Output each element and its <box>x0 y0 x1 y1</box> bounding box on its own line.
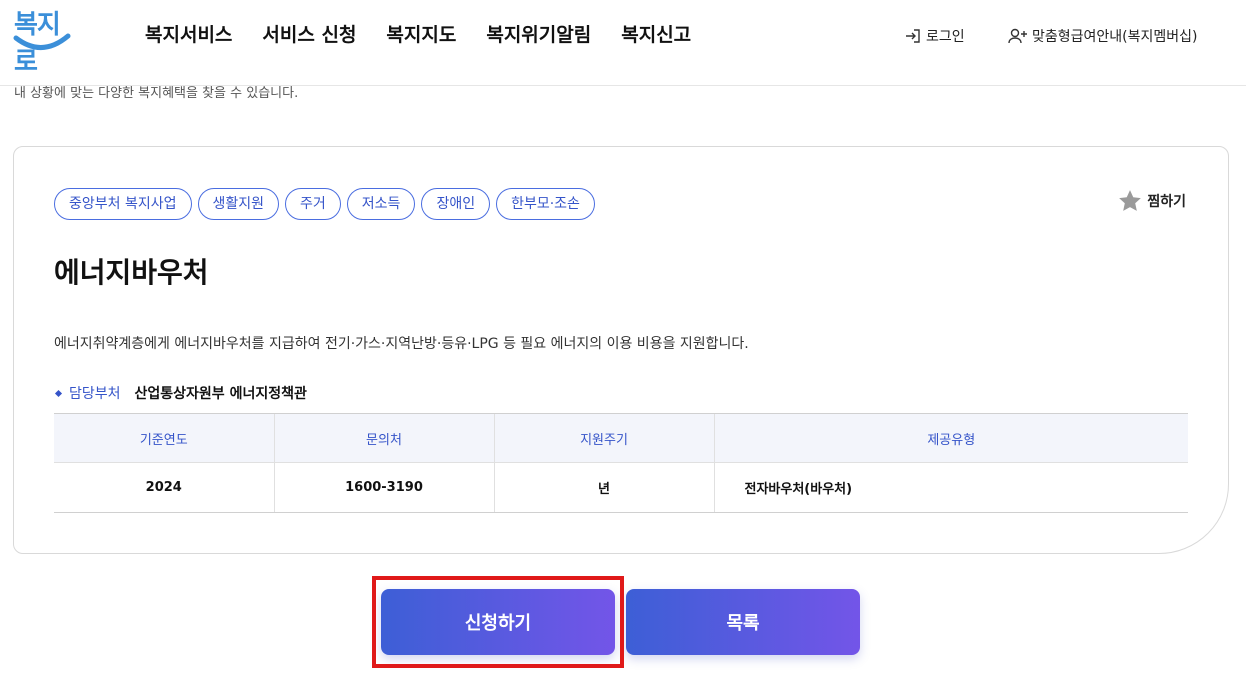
cell-provision-type: 전자바우처(바우처) <box>713 462 1188 513</box>
tag-living-support[interactable]: 생활지원 <box>197 188 280 220</box>
header-base-year: 기준연도 <box>54 413 274 463</box>
service-description: 에너지취약계층에게 에너지바우처를 지급하여 전기·가스·지역난방·등유·LPG… <box>54 336 749 352</box>
tag-single-parent[interactable]: 한부모·조손 <box>496 188 595 220</box>
tag-list: 중앙부처 복지사업 생활지원 주거 저소득 장애인 한부모·조손 <box>54 188 601 220</box>
favorite-button[interactable]: 찜하기 <box>1117 188 1186 214</box>
star-icon <box>1119 190 1142 211</box>
service-detail-card: 중앙부처 복지사업 생활지원 주거 저소득 장애인 한부모·조손 찜하기 에너지… <box>13 146 1229 554</box>
user-plus-icon <box>1008 28 1027 44</box>
service-title: 에너지바우처 <box>54 256 209 289</box>
diamond-bullet-icon <box>54 389 63 397</box>
main-navigation: 복지서비스 서비스 신청 복지지도 복지위기알림 복지신고 <box>130 20 706 47</box>
cell-contact: 1600-3190 <box>273 462 494 513</box>
department-label: 담당부처 <box>69 386 121 402</box>
department-info: 담당부처 산업통상자원부 에너지정책관 <box>54 383 307 403</box>
table-row: 2024 1600-3190 년 전자바우처(바우처) <box>54 462 1188 513</box>
highlight-box <box>372 576 624 668</box>
favorite-label: 찜하기 <box>1147 194 1186 210</box>
tag-central-ministry[interactable]: 중앙부처 복지사업 <box>54 188 192 220</box>
tag-housing[interactable]: 주거 <box>285 188 341 220</box>
login-icon <box>906 29 920 43</box>
membership-label: 맞춤형급여안내(복지멤버십) <box>1032 29 1198 45</box>
login-label: 로그인 <box>926 29 965 45</box>
nav-service-apply[interactable]: 서비스 신청 <box>247 20 371 47</box>
login-link[interactable]: 로그인 <box>904 26 965 46</box>
list-button[interactable]: 목록 <box>626 589 860 655</box>
membership-link[interactable]: 맞춤형급여안내(복지멤버십) <box>1008 26 1197 46</box>
nav-crisis-alert[interactable]: 복지위기알림 <box>471 20 606 47</box>
header-support-cycle: 지원주기 <box>493 413 714 463</box>
tag-disabled[interactable]: 장애인 <box>421 188 491 220</box>
department-value: 산업통상자원부 에너지정책관 <box>134 386 307 402</box>
service-info-table: 기준연도 문의처 지원주기 제공유형 2024 1600-3190 년 전자바우… <box>54 413 1188 513</box>
tag-low-income[interactable]: 저소득 <box>346 188 416 220</box>
header-provision-type: 제공유형 <box>713 413 1188 463</box>
nav-welfare-report[interactable]: 복지신고 <box>606 20 706 47</box>
header-contact: 문의처 <box>273 413 494 463</box>
cell-base-year: 2024 <box>54 462 274 513</box>
table-header-row: 기준연도 문의처 지원주기 제공유형 <box>54 413 1188 463</box>
bokjiro-logo[interactable]: 복지로 <box>12 4 74 77</box>
nav-welfare-services[interactable]: 복지서비스 <box>130 20 247 47</box>
logo-smile-icon <box>13 33 71 50</box>
nav-welfare-map[interactable]: 복지지도 <box>371 20 471 47</box>
site-header: 복지로 복지서비스 서비스 신청 복지지도 복지위기알림 복지신고 로그인 맞춤… <box>0 0 1246 86</box>
cell-support-cycle: 년 <box>493 462 714 513</box>
